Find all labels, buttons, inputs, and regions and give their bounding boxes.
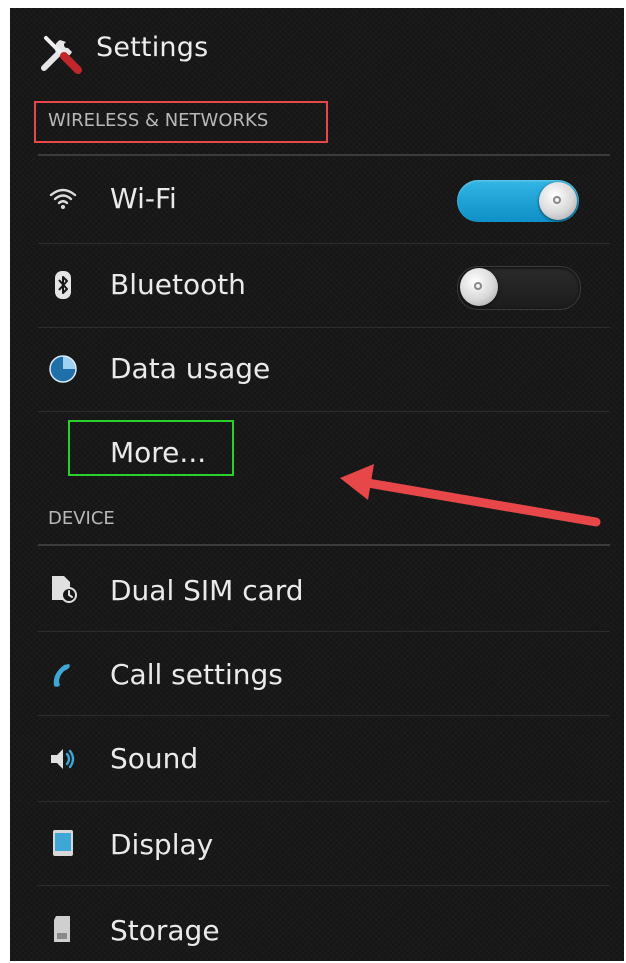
settings-item-label: Storage [110,914,220,947]
wifi-toggle[interactable] [457,180,579,222]
display-icon [53,830,73,856]
wifi-icon [49,188,77,209]
settings-item-display[interactable]: Display [10,802,624,886]
settings-item-call-settings[interactable]: Call settings [10,632,624,716]
bluetooth-toggle[interactable] [457,266,581,310]
phone-handset-icon [53,664,70,687]
settings-item-wifi[interactable]: Wi-Fi [10,160,624,244]
settings-item-sound[interactable]: Sound [10,718,624,802]
settings-item-label: Dual SIM card [110,574,304,607]
tools-icon[interactable] [36,28,84,76]
settings-item-label: Bluetooth [110,268,246,301]
bluetooth-icon [55,271,71,299]
settings-item-data-usage[interactable]: Data usage [10,328,624,412]
settings-item-dual-sim[interactable]: Dual SIM card [10,548,624,632]
row-divider [38,885,610,886]
settings-item-label: Data usage [110,352,271,385]
toggle-knob [539,182,577,220]
section-divider [38,154,610,156]
settings-item-label: Display [110,828,214,861]
settings-item-storage[interactable]: Storage [10,888,624,961]
highlight-box-more [68,420,234,476]
settings-item-label: Sound [110,742,199,775]
data-usage-icon [49,355,77,383]
section-divider [38,544,610,546]
speaker-icon [51,749,75,769]
toggle-knob [460,268,498,306]
pointer-arrow-icon [340,464,601,527]
dual-sim-icon [52,576,77,603]
settings-item-bluetooth[interactable]: Bluetooth [10,244,624,328]
settings-item-label: Call settings [110,658,283,691]
settings-item-label: Wi-Fi [110,182,177,215]
section-header-device: DEVICE [48,508,115,529]
page-title: Settings [96,32,209,63]
action-bar: Settings [10,8,624,94]
highlight-box-wireless-header [34,101,328,143]
storage-icon [54,916,70,942]
row-divider [38,715,610,716]
